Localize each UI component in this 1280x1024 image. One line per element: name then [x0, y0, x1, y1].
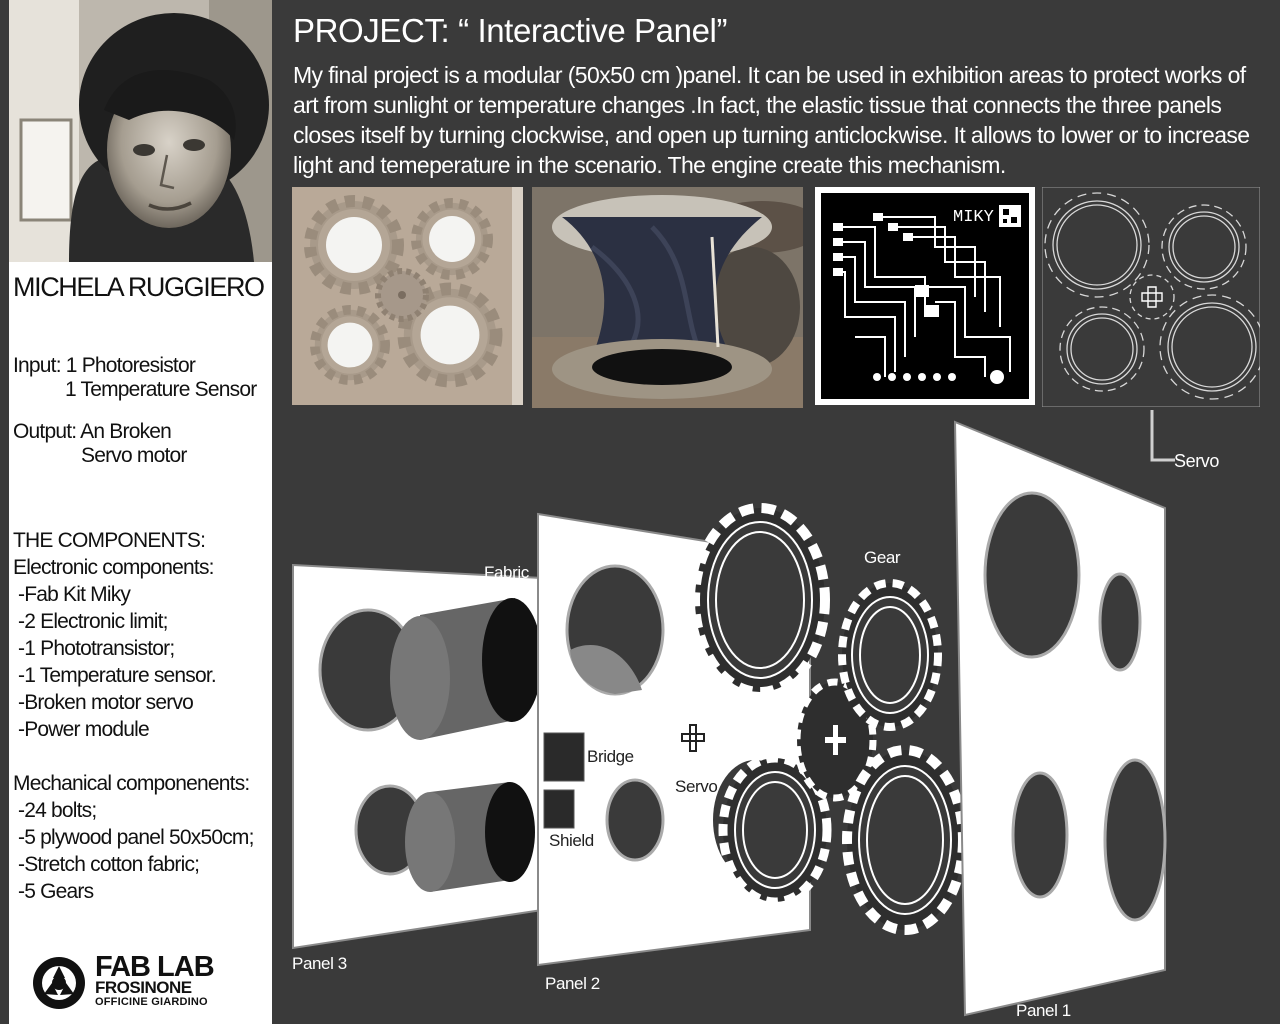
electronic-heading: Electronic components: [13, 556, 214, 579]
fabric-label: Fabric [484, 563, 529, 582]
input-item: 1 Photoresistor [65, 354, 196, 377]
electronic-item: -Power module [18, 718, 150, 741]
panel-1 [953, 420, 1167, 1017]
bridge-label: Bridge [587, 747, 634, 766]
panel-3-label: Panel 3 [292, 954, 347, 973]
electronic-item: -1 Temperature sensor. [18, 664, 217, 687]
exploded-assembly-diagram [292, 410, 1175, 1017]
fablab-logo-icon [33, 957, 85, 1009]
cardboard-gears-photo [292, 187, 523, 405]
sidebar: MICHELA RUGGIERO Input: 1 Photoresistor … [9, 0, 272, 1024]
servo-top-label: Servo [1174, 451, 1220, 471]
panel-1-label: Panel 1 [1016, 1001, 1071, 1020]
logo-city: FROSINONE [95, 978, 192, 997]
pcb-layout-image: MIKY [815, 187, 1035, 405]
input-row: Input: 1 Photoresistor [13, 353, 196, 379]
logo-subtitle: OFFICINE GIARDINO [95, 996, 208, 1008]
servo-callout-line [1150, 410, 1175, 462]
output-label: Output: [13, 420, 77, 443]
electronic-item: -Broken motor servo [18, 691, 194, 714]
panel-2-label: Panel 2 [545, 974, 600, 993]
components-heading: THE COMPONENTS: [13, 529, 206, 552]
mechanical-item: -5 Gears [18, 880, 94, 903]
project-description: My final project is a modular (50x50 cm … [293, 62, 1250, 178]
gear-label: Gear [864, 548, 901, 567]
electronic-item: -2 Electronic limit; [18, 610, 169, 633]
left-border [0, 0, 9, 1024]
shield-label: Shield [549, 831, 594, 850]
mechanical-item: -24 bolts; [18, 799, 97, 822]
electronic-item: -1 Phototransistor; [18, 637, 175, 660]
input-item: 1 Temperature Sensor [65, 378, 257, 401]
author-portrait [9, 0, 272, 262]
mechanical-item: -Stretch cotton fabric; [18, 853, 200, 876]
input-label: Input: [13, 354, 62, 377]
output-row: Output: An Broken [13, 419, 172, 445]
fablab-logo: FAB LAB FROSINONE OFFICINE GIARDINO [31, 953, 261, 1013]
logo-name: FAB LAB [95, 951, 215, 983]
fabric-prototype-photo [532, 187, 803, 408]
project-title: PROJECT: “ Interactive Panel” [293, 12, 728, 49]
servo-label: Servo [675, 777, 718, 796]
output-item: Servo motor [81, 444, 187, 467]
output-item: An Broken [80, 420, 172, 443]
mechanical-item: -5 plywood panel 50x50cm; [18, 826, 254, 849]
mechanical-heading: Mechanical componenents: [13, 772, 250, 795]
author-name: MICHELA RUGGIERO [13, 272, 265, 302]
electronic-item: -Fab Kit Miky [18, 583, 131, 606]
gear-outline-drawing [1042, 187, 1260, 407]
pcb-label: MIKY [953, 208, 994, 227]
